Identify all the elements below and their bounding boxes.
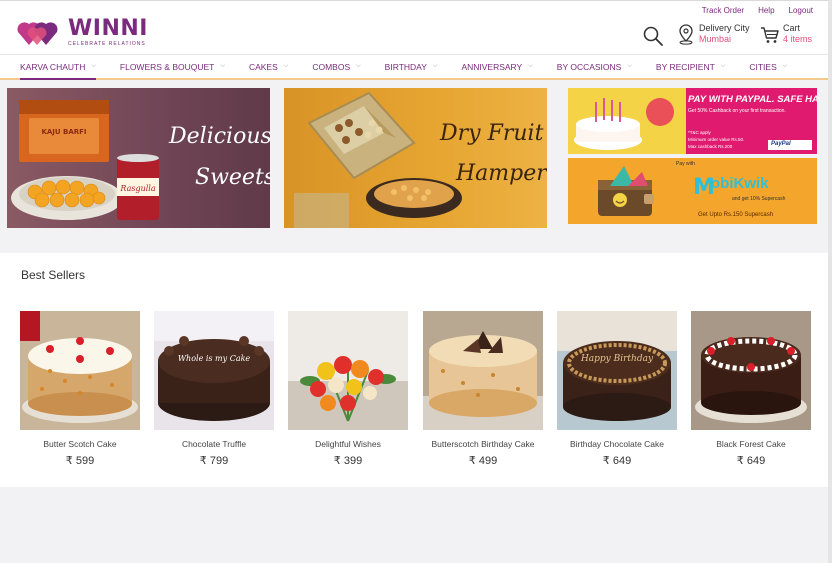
product-image: [20, 311, 140, 430]
category-nav: KARVA CHAUTH ⌵ FLOWERS & BOUQUET ⌵ CAKES ⌵ …: [0, 54, 832, 80]
nav-item-label: CITIES: [749, 61, 777, 72]
mobikwik-logo-text: obiKwik: [711, 175, 769, 192]
sweets-banner-line2: Sweets: [195, 165, 270, 190]
product-image: [691, 311, 811, 430]
cart-icon: [761, 27, 779, 43]
product-card[interactable]: Black Forest Cake ₹ 649: [691, 311, 811, 467]
rasgulla-can-label: Rasgulla: [119, 184, 155, 193]
product-card[interactable]: Butterscotch Birthday Cake ₹ 499: [423, 311, 543, 467]
product-card[interactable]: Delightful Wishes ₹ 399: [288, 311, 408, 467]
dry-fruit-banner[interactable]: Dry Fruit Hamper: [284, 88, 547, 228]
sweets-box-label: KAJU BARFI: [41, 128, 86, 136]
track-order-link[interactable]: Track Order: [702, 6, 744, 15]
delivery-city-selector[interactable]: Delivery City Mumbai: [677, 23, 750, 45]
paypal-tc-line2: Minimum order value Rs.50.: [688, 137, 745, 142]
mobikwik-supercash-text: Get Upto Rs.150 Supercash: [698, 212, 774, 218]
chevron-down-icon: ⌵: [782, 63, 788, 69]
nav-item-label: CAKES: [248, 61, 278, 72]
sweets-banner[interactable]: KAJU BARFI Rasgulla Delicious Sweets: [7, 88, 270, 228]
product-image: Whole is my Cake: [154, 311, 274, 430]
product-image: Happy Birthday: [557, 311, 677, 430]
winni-logo[interactable]: WINNI CELEBRATE RELATIONS: [16, 18, 148, 47]
chevron-down-icon: ⌵: [627, 63, 632, 69]
product-price: ₹ 649: [602, 455, 632, 467]
nav-item-anniversary[interactable]: ANNIVERSARY ⌵: [461, 55, 532, 78]
mobikwik-banner-art: M: [598, 166, 715, 216]
product-price: ₹ 599: [65, 455, 95, 467]
cart-item-count: 4 items: [783, 34, 813, 44]
product-image: [288, 311, 408, 430]
product-price: ₹ 399: [333, 455, 363, 467]
site-header: WINNI CELEBRATE RELATIONS Track Order He…: [0, 0, 832, 54]
dry-fruit-banner-line1: Dry Fruit: [440, 121, 544, 146]
paypal-tc-line1: *T&C apply: [688, 130, 711, 135]
dry-fruit-illustration: [294, 91, 462, 228]
mobikwik-pay-with: Pay with: [676, 161, 695, 167]
delivery-city-label: Delivery City: [699, 23, 750, 33]
sweets-illustration: KAJU BARFI Rasgulla: [11, 100, 159, 220]
delivery-city-value: Mumbai: [699, 34, 732, 44]
chevron-down-icon: ⌵: [356, 63, 361, 69]
nav-item-flowers-bouquet[interactable]: FLOWERS & BOUQUET ⌵: [120, 55, 225, 78]
logout-link[interactable]: Logout: [789, 6, 813, 15]
product-image: [423, 311, 543, 430]
chevron-down-icon: ⌵: [528, 63, 533, 69]
help-link[interactable]: Help: [758, 6, 774, 15]
product-price: ₹ 499: [468, 455, 498, 467]
mobikwik-offer-banner[interactable]: M Pay with obiKwik and get 10% Supercash…: [568, 158, 817, 224]
nav-item-label: BY OCCASIONS: [556, 61, 622, 72]
product-name: Delightful Wishes: [315, 439, 381, 449]
product-name: Birthday Chocolate Cake: [569, 439, 665, 449]
product-name: Chocolate Truffle: [181, 439, 247, 449]
nav-item-label: KARVA CHAUTH: [20, 61, 86, 72]
product-card[interactable]: Butter Scotch Cake ₹ 599: [20, 311, 140, 467]
nav-item-cities[interactable]: CITIES ⌵: [749, 55, 787, 78]
cake-inscription: Happy Birthday: [580, 354, 654, 364]
hearts-logo-icon: [17, 22, 58, 45]
nav-item-karva-chauth[interactable]: KARVA CHAUTH ⌵: [20, 55, 96, 80]
chevron-down-icon: ⌵: [220, 63, 225, 69]
mobikwik-extra-text: and get 10% Supercash: [732, 196, 786, 202]
cart-button[interactable]: Cart 4 items: [760, 23, 812, 45]
nav-item-combos[interactable]: COMBOS ⌵: [312, 55, 360, 78]
product-price: ₹ 649: [736, 455, 766, 467]
paypal-cashback-text: Get 50% Cashback on your first transacti…: [688, 108, 786, 114]
product-card[interactable]: Happy Birthday Birthday Chocolate Cake ₹…: [557, 311, 677, 467]
nav-item-by-occasions[interactable]: BY OCCASIONS ⌵: [557, 55, 632, 78]
paypal-headline: PAY WITH PAYPAL. SAFE HAI.: [688, 94, 817, 105]
nav-item-by-recipient[interactable]: BY RECIPIENT ⌵: [656, 55, 725, 78]
paypal-offer-banner[interactable]: PAY WITH PAYPAL. SAFE HAI. Get 50% Cashb…: [568, 88, 817, 154]
location-pin-icon: [679, 24, 693, 45]
chevron-down-icon: ⌵: [432, 63, 438, 69]
search-icon[interactable]: [642, 25, 664, 47]
nav-item-cakes[interactable]: CAKES ⌵: [249, 55, 288, 78]
product-name: Butterscotch Birthday Cake: [431, 439, 535, 449]
nav-item-label: FLOWERS & BOUQUET: [119, 61, 215, 72]
dry-fruit-banner-line2: Hamper: [456, 161, 547, 186]
sweets-banner-line1: Delicious: [169, 124, 270, 149]
cake-inscription: Whole is my Cake: [178, 354, 251, 363]
nav-item-birthday[interactable]: BIRTHDAY ⌵: [385, 55, 438, 78]
logo-tagline: CELEBRATE RELATIONS: [68, 41, 146, 47]
product-card[interactable]: Whole is my Cake Chocolate Truffle ₹ 799: [154, 311, 274, 467]
chevron-down-icon: ⌵: [283, 63, 289, 69]
best-sellers-title: Best Sellers: [21, 268, 86, 282]
nav-item-label: BIRTHDAY: [384, 61, 427, 72]
logo-wordmark: WINNI: [68, 16, 148, 41]
page-scrollbar[interactable]: [828, 0, 832, 563]
nav-item-label: BY RECIPIENT: [655, 61, 715, 72]
paypal-logo-text: PayPal: [771, 141, 791, 147]
nav-item-label: COMBOS: [312, 61, 351, 72]
product-name: Butter Scotch Cake: [43, 439, 117, 449]
chevron-down-icon: ⌵: [720, 63, 726, 69]
product-name: Black Forest Cake: [716, 439, 786, 449]
product-price: ₹ 799: [199, 455, 229, 467]
top-links: Track Order Help Logout: [702, 6, 813, 15]
chevron-down-icon: ⌵: [91, 63, 96, 69]
nav-item-label: ANNIVERSARY: [461, 61, 523, 72]
cart-label: Cart: [783, 23, 801, 33]
best-sellers-section: Best Sellers Butter Scotch Cake ₹ 599 Wh…: [0, 253, 832, 487]
paypal-tc-line3: Max cashback Rs.200: [688, 144, 733, 149]
